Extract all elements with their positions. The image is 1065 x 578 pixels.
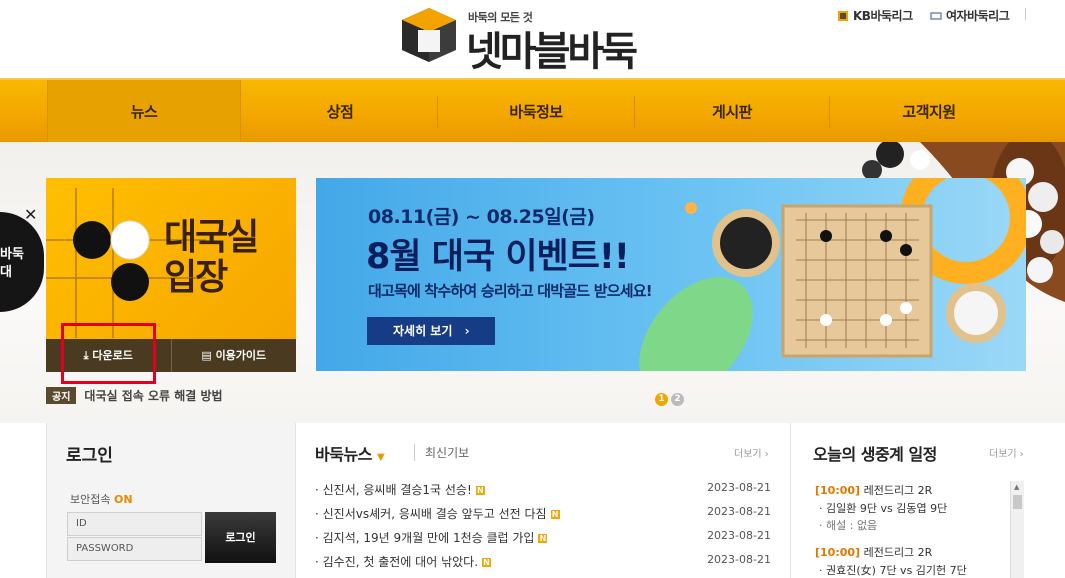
banner-cta-button[interactable]: 자세히 보기 ›: [367, 317, 495, 345]
nav-item-news[interactable]: 뉴스: [47, 80, 241, 144]
scroll-up-icon[interactable]: ▲: [1014, 483, 1019, 491]
news-title[interactable]: 바둑뉴스 ▼: [315, 441, 385, 465]
news-more-link[interactable]: 더보기 ›: [734, 445, 769, 460]
schedule-more-link[interactable]: 더보기 ›: [989, 445, 1024, 460]
secure-login-state: ON: [113, 493, 133, 506]
schedule-more-label: 더보기: [989, 449, 1017, 460]
news-title-label: 바둑뉴스: [315, 445, 372, 464]
page: 바둑의 모든 것 넷마블바둑 KB바둑리그 여자바둑리그 뉴스 상점 바둑정보 …: [0, 0, 1065, 578]
notice-tag: 공지: [46, 387, 77, 404]
women-league-link[interactable]: 여자바둑리그: [930, 7, 1010, 24]
entry-title-line2: 입장: [164, 257, 228, 298]
kb-league-label: KB바둑리그: [853, 9, 913, 23]
news-item[interactable]: · 김지석, 19년 9개월 만에 1천승 클럽 가입 N 2023-08-21: [315, 529, 771, 546]
guide-button[interactable]: ▤ 이용가이드: [170, 339, 297, 372]
kb-league-link[interactable]: KB바둑리그: [837, 7, 913, 24]
banner-cta-label: 자세히 보기: [393, 324, 453, 338]
schedule-event: 레전드리그 2R: [863, 546, 933, 559]
schedule-time-row: [10:00] 레전드리그 2R: [815, 544, 932, 560]
pager-dot-2[interactable]: 2: [671, 393, 684, 406]
women-league-label: 여자바둑리그: [946, 9, 1010, 23]
schedule-note-label: 해설 : 없음: [826, 519, 878, 532]
news-item[interactable]: · 신진서vs셰커, 응씨배 결승 앞두고 선전 다짐 N 2023-08-21: [315, 505, 771, 522]
bullet-icon: ·: [315, 483, 323, 497]
main-nav: 뉴스 상점 바둑정보 게시판 고객지원: [0, 78, 1065, 144]
schedule-time-row: [10:00] 레전드리그 2R: [815, 482, 932, 498]
kb-league-icon: [838, 10, 848, 21]
login-title: 로그인: [66, 446, 113, 466]
logo-wordmark: 넷마블바둑: [466, 29, 638, 75]
event-banner[interactable]: 08.11(금) ~ 08.25일(금) 8월 대국 이벤트!! 대고목에 착수…: [316, 178, 1026, 371]
entry-title: 대국실 입장: [164, 217, 259, 298]
site-logo[interactable]: 바둑의 모든 것 넷마블바둑: [400, 4, 670, 75]
schedule-title: 오늘의 생중계 일정: [813, 445, 937, 464]
banner-headline: 8월 대국 이벤트!!: [366, 237, 630, 277]
banner-date: 08.11(금) ~ 08.25일(금): [368, 206, 595, 228]
logo-cube-icon: [402, 8, 456, 62]
side-ad-label: 바둑 대: [0, 247, 24, 280]
new-badge: N: [550, 510, 560, 519]
notice-line[interactable]: 공지 대국실 접속 오류 해결 방법: [46, 387, 223, 404]
guide-label: 이용가이드: [215, 349, 267, 362]
bullet-icon: ·: [315, 531, 323, 545]
login-panel: 로그인 보안접속 ON ID PASSWORD 로그인: [46, 423, 296, 578]
highlight-box: [61, 323, 156, 384]
banner-subtitle: 대고목에 착수하여 승리하고 대박골드 받으세요!: [368, 282, 653, 300]
nav-item-support[interactable]: 고객지원: [830, 80, 1028, 144]
schedule-event: 레전드리그 2R: [863, 484, 933, 497]
schedule-scrollbar[interactable]: ▲: [1010, 481, 1024, 578]
news-item-date: 2023-08-21: [707, 505, 771, 518]
news-item-title: 김지석, 19년 9개월 만에 1천승 클럽 가입: [322, 531, 535, 545]
news-item-title: 신진서, 응씨배 결승1국 선승!: [322, 483, 472, 497]
schedule-time: [10:00]: [815, 484, 861, 497]
news-item-title: 김수진, 첫 출전에 대어 낚았다.: [322, 555, 479, 569]
live-schedule-panel: 오늘의 생중계 일정 더보기 › [10:00] 레전드리그 2R · 김일환 …: [791, 423, 1065, 578]
scrollbar-thumb[interactable]: [1013, 495, 1022, 509]
tab-game-records[interactable]: 최신기보: [414, 444, 469, 461]
password-field[interactable]: PASSWORD: [67, 537, 202, 561]
news-item-date: 2023-08-21: [707, 553, 771, 566]
schedule-time: [10:00]: [815, 546, 861, 559]
news-item-date: 2023-08-21: [707, 481, 771, 494]
nav-item-baduk-info[interactable]: 바둑정보: [438, 80, 634, 144]
news-item[interactable]: · 신진서, 응씨배 결승1국 선승! N 2023-08-21: [315, 481, 771, 498]
notice-text[interactable]: 대국실 접속 오류 해결 방법: [84, 387, 222, 404]
news-more-label: 더보기: [734, 449, 762, 460]
document-icon: ▤: [201, 349, 216, 362]
schedule-match[interactable]: · 김일환 9단 vs 김동엽 9단: [819, 500, 947, 516]
new-badge: N: [482, 558, 492, 567]
chevron-down-icon: ▼: [376, 452, 385, 463]
nav-item-shop[interactable]: 상점: [243, 80, 437, 144]
schedule-match-label: 김일환 9단 vs 김동엽 9단: [826, 502, 948, 515]
schedule-note: · 해설 : 없음: [819, 519, 878, 532]
secure-login-toggle[interactable]: 보안접속 ON: [70, 491, 133, 507]
news-item-title: 신진서vs셰커, 응씨배 결승 앞두고 선전 다짐: [322, 507, 547, 521]
close-icon[interactable]: ✕: [24, 205, 37, 224]
banner-pager: 1 2: [655, 393, 684, 406]
id-field[interactable]: ID: [67, 512, 202, 536]
women-league-icon: [930, 11, 942, 20]
schedule-match[interactable]: · 권효진(女) 7단 vs 김기헌 7단: [819, 562, 967, 578]
secure-login-label: 보안접속: [70, 493, 111, 506]
nav-item-board[interactable]: 게시판: [635, 80, 829, 144]
chevron-right-icon: ›: [464, 324, 470, 338]
login-button[interactable]: 로그인: [205, 512, 276, 563]
news-item-date: 2023-08-21: [707, 529, 771, 542]
bullet-icon: ·: [315, 555, 323, 569]
schedule-match-label: 권효진(女) 7단 vs 김기헌 7단: [826, 564, 967, 577]
pager-dot-1[interactable]: 1: [655, 393, 668, 406]
header-divider: [1025, 8, 1026, 20]
new-badge: N: [538, 534, 548, 543]
bullet-icon: ·: [315, 507, 323, 521]
news-panel: 바둑뉴스 ▼ 최신기보 더보기 › · 신진서, 응씨배 결승1국 선승! N 2…: [296, 423, 791, 578]
entry-title-line1: 대국실: [164, 217, 259, 258]
news-item[interactable]: · 김수진, 첫 출전에 대어 낚았다. N 2023-08-21: [315, 553, 771, 570]
new-badge: N: [475, 486, 485, 495]
